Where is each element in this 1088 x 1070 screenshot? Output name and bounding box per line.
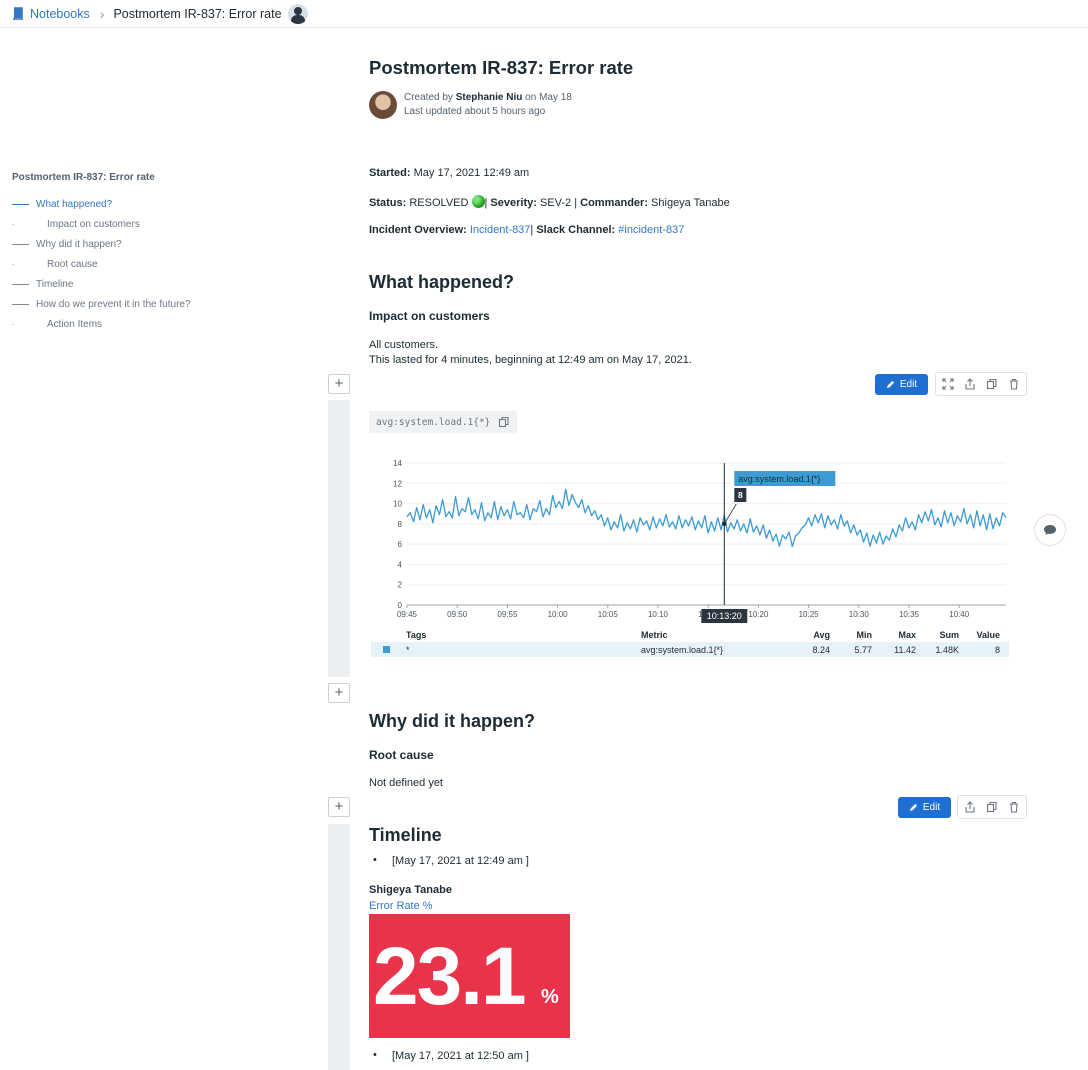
text-cell-tools bbox=[957, 795, 1027, 819]
hover-time-label: 10:13:20 bbox=[707, 611, 742, 621]
timeline-author: Shigeya Tanabe bbox=[369, 884, 452, 896]
toc-item-action-items[interactable]: Action Items bbox=[12, 314, 242, 334]
author-block: Created by Stephanie Niu on May 18 Last … bbox=[369, 91, 572, 119]
y-tick-label: 8 bbox=[398, 520, 403, 529]
slack-channel-link[interactable]: #incident-837 bbox=[618, 224, 684, 236]
hover-value-label: 8 bbox=[738, 490, 743, 500]
impact-text-1: All customers. bbox=[369, 339, 439, 351]
x-tick-label: 10:05 bbox=[598, 610, 619, 619]
metric-query[interactable]: avg:system.load.1{*} bbox=[369, 411, 517, 433]
add-comment-button[interactable] bbox=[1034, 514, 1066, 546]
heading-why: Why did it happen? bbox=[369, 711, 535, 731]
clone-icon[interactable] bbox=[984, 799, 1000, 815]
resolved-status-icon bbox=[471, 195, 485, 208]
y-tick-label: 14 bbox=[393, 459, 402, 468]
share-icon[interactable] bbox=[962, 799, 978, 815]
hover-leader bbox=[723, 503, 737, 525]
toc-item-how-do-we-prevent[interactable]: How do we prevent it in the future? bbox=[12, 294, 242, 314]
query-value-widget[interactable]: 23.1 % bbox=[369, 914, 570, 1038]
commander-value: Shigeya Tanabe bbox=[651, 197, 730, 209]
pencil-icon bbox=[886, 380, 894, 389]
toc-item-impact-on-customers[interactable]: Impact on customers bbox=[12, 214, 242, 234]
breadcrumb-current: Postmortem IR-837: Error rate bbox=[113, 6, 282, 21]
graph-legend: Tags Metric Avg Min Max Sum Value * avg:… bbox=[371, 627, 1009, 657]
x-tick-label: 10:20 bbox=[748, 610, 769, 619]
add-cell-button[interactable]: + bbox=[328, 374, 350, 394]
heading-what-happened: What happened? bbox=[369, 272, 514, 292]
started-line: Started: May 17, 2021 12:49 am bbox=[369, 167, 530, 179]
query-value-number: 23.1 bbox=[373, 931, 527, 1022]
query-value-title[interactable]: Error Rate % bbox=[369, 900, 433, 912]
status-line: Status: RESOLVED | Severity: SEV-2 | Com… bbox=[369, 195, 730, 209]
x-tick-label: 10:25 bbox=[799, 610, 820, 619]
breadcrumb-notebooks-label[interactable]: Notebooks bbox=[30, 7, 90, 21]
series-line[interactable] bbox=[406, 488, 1007, 548]
toc-item-why-did-it-happen[interactable]: Why did it happen? bbox=[12, 234, 242, 254]
author-avatar[interactable] bbox=[369, 91, 397, 119]
incident-overview-link[interactable]: Incident-837 bbox=[470, 224, 531, 236]
root-cause-text: Not defined yet bbox=[369, 777, 443, 789]
updated-line: Last updated about 5 hours ago bbox=[404, 106, 546, 117]
status-value: RESOLVED bbox=[409, 197, 469, 209]
toc-item-what-happened[interactable]: What happened? bbox=[12, 194, 242, 214]
delete-icon[interactable] bbox=[1006, 799, 1022, 815]
severity-value: SEV-2 bbox=[539, 197, 572, 209]
add-cell-button[interactable]: + bbox=[328, 683, 350, 703]
x-tick-label: 10:30 bbox=[849, 610, 870, 619]
author-name[interactable]: Stephanie Niu bbox=[456, 92, 523, 103]
hover-point bbox=[722, 521, 727, 527]
y-tick-label: 10 bbox=[393, 500, 402, 509]
edit-graph-button[interactable]: Edit bbox=[875, 374, 928, 395]
cell-drag-handle[interactable] bbox=[328, 824, 350, 1070]
heading-impact: Impact on customers bbox=[369, 309, 490, 323]
edit-text-button[interactable]: Edit bbox=[898, 797, 951, 818]
y-tick-label: 0 bbox=[398, 601, 403, 610]
notebook-icon bbox=[13, 7, 23, 20]
series-swatch bbox=[383, 646, 390, 653]
timeline-item: [May 17, 2021 at 12:50 am ] bbox=[369, 1049, 529, 1062]
pencil-icon bbox=[909, 803, 917, 812]
created-line: Created by Stephanie Niu on May 18 bbox=[404, 92, 572, 103]
delete-icon[interactable] bbox=[1006, 376, 1022, 392]
y-tick-label: 4 bbox=[398, 560, 403, 569]
timeline-item: [May 17, 2021 at 12:49 am ] bbox=[369, 854, 529, 867]
breadcrumb-notebooks-link[interactable]: Notebooks bbox=[12, 7, 90, 21]
breadcrumb-chevron-icon: › bbox=[99, 5, 105, 22]
expand-icon[interactable] bbox=[940, 376, 956, 392]
cell-drag-handle[interactable] bbox=[328, 400, 350, 677]
heading-timeline: Timeline bbox=[369, 825, 442, 845]
toc-title[interactable]: Postmortem IR-837: Error rate bbox=[12, 172, 242, 183]
x-tick-label: 09:55 bbox=[497, 610, 518, 619]
x-tick-label: 10:00 bbox=[548, 610, 569, 619]
comment-icon bbox=[1044, 525, 1056, 535]
page-title[interactable]: Postmortem IR-837: Error rate bbox=[369, 57, 633, 79]
overview-line: Incident Overview: Incident-837| Slack C… bbox=[369, 224, 685, 236]
toc-item-timeline[interactable]: Timeline bbox=[12, 274, 242, 294]
owner-avatar[interactable] bbox=[287, 3, 308, 24]
share-icon[interactable] bbox=[962, 376, 978, 392]
y-tick-label: 12 bbox=[393, 479, 402, 488]
x-tick-label: 09:50 bbox=[447, 610, 468, 619]
x-tick-label: 10:10 bbox=[648, 610, 669, 619]
impact-text-2: This lasted for 4 minutes, beginning at … bbox=[369, 354, 692, 366]
x-tick-label: 10:35 bbox=[899, 610, 920, 619]
heading-root-cause: Root cause bbox=[369, 748, 434, 762]
x-tick-label: 09:45 bbox=[397, 610, 418, 619]
y-tick-label: 2 bbox=[398, 581, 403, 590]
graph-cell-tools bbox=[935, 372, 1027, 396]
legend-row[interactable]: * avg:system.load.1{*} 8.24 5.77 11.42 1… bbox=[371, 642, 1009, 657]
query-value-unit: % bbox=[541, 986, 559, 1008]
top-bar: Notebooks › Postmortem IR-837: Error rat… bbox=[0, 0, 1088, 28]
clone-icon[interactable] bbox=[984, 376, 1000, 392]
copy-icon[interactable] bbox=[498, 416, 510, 428]
legend-header: Tags Metric Avg Min Max Sum Value bbox=[406, 629, 1000, 640]
hover-series-label: avg:system.load.1{*} bbox=[738, 474, 820, 484]
add-cell-button[interactable]: + bbox=[328, 797, 350, 817]
x-tick-label: 10:40 bbox=[949, 610, 970, 619]
toc-item-root-cause[interactable]: Root cause bbox=[12, 254, 242, 274]
table-of-contents: Postmortem IR-837: Error rate What happe… bbox=[12, 172, 242, 334]
y-tick-label: 6 bbox=[398, 540, 403, 549]
timeseries-plot[interactable]: 0 2 4 6 8 10 12 14 09:45 09:50 09:55 10:00 10:05 10:1… bbox=[369, 455, 1019, 627]
